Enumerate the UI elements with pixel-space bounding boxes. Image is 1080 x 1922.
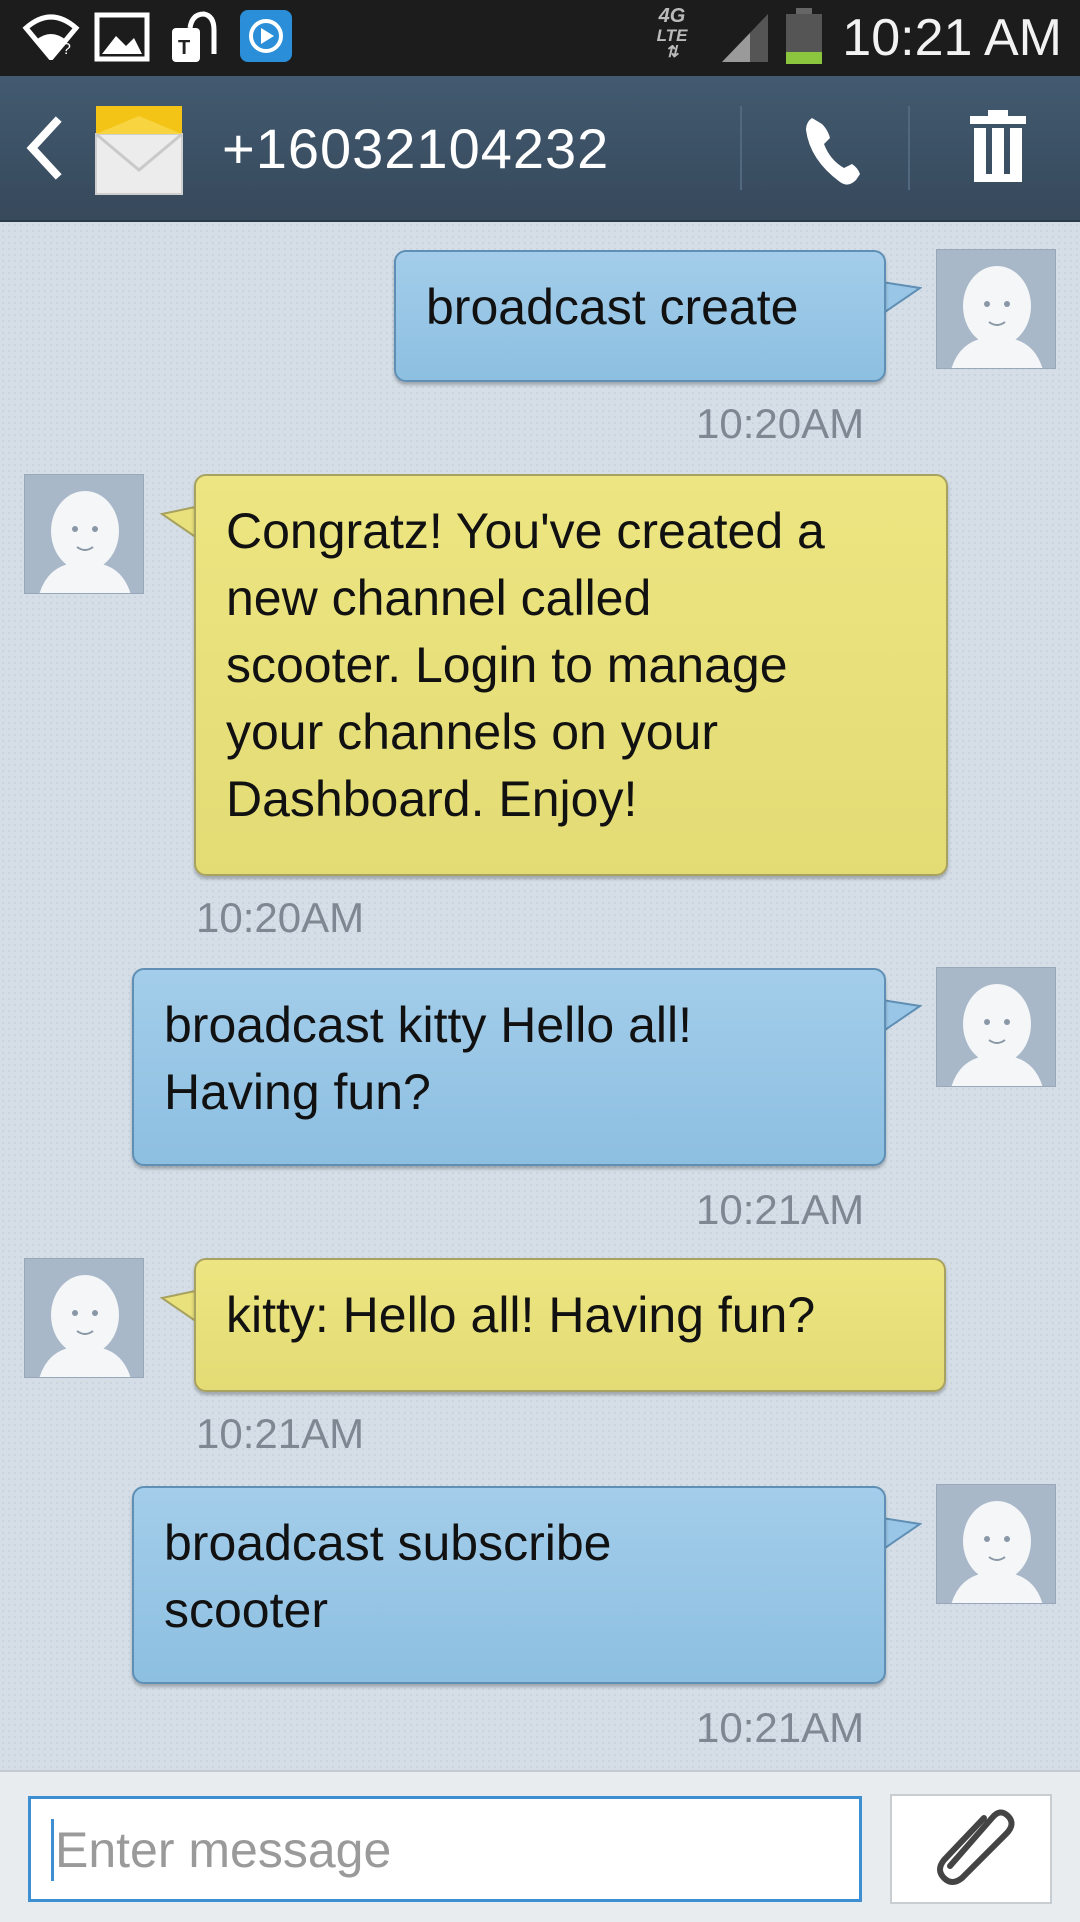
tmobile-icon: T [172,11,217,62]
message-bubble-outgoing[interactable]: broadcast kitty Hello all! Having fun? [132,968,886,1166]
message-timestamp: 10:21AM [696,1186,865,1233]
person-icon [951,984,1043,1086]
person-icon [39,491,131,593]
status-clock: 10:21 AM [842,9,1062,67]
phone-icon [806,118,860,185]
network-badge-4g: 4G [658,5,686,27]
wifi-icon: ? [22,14,80,60]
header-divider [908,106,910,190]
svg-text:?: ? [62,41,71,58]
person-icon [951,1501,1043,1603]
status-bar: ? T 4G LTE ⇅ 10:21 AM [0,0,1080,76]
person-icon [951,266,1043,368]
message-line: your channels on your [226,704,718,760]
avatar[interactable] [936,249,1056,369]
text-cursor [51,1819,54,1881]
message-line: scooter [164,1582,328,1638]
message-text: kitty: Hello all! Having fun? [226,1287,816,1343]
message-line: new channel called [226,570,652,626]
person-icon [39,1275,131,1377]
conversation-header: +16032104232 [0,76,1080,222]
envelope-icon [95,106,183,195]
compose-bar: Enter message [0,1770,1080,1922]
message-list[interactable]: broadcast create 10:20AM Congratz! You'v… [0,222,1080,1770]
message-bubble-outgoing[interactable]: broadcast subscribe scooter [132,1486,886,1684]
network-type-badge: 4G LTE ⇅ [652,5,692,61]
header-divider [740,106,742,190]
signal-icon [722,14,768,62]
message-line: Dashboard. Enjoy! [226,771,638,827]
avatar[interactable] [24,1258,144,1378]
message-bubble-outgoing[interactable]: broadcast create [394,250,886,382]
bubble-tail [882,280,922,316]
message-timestamp: 10:20AM [696,400,865,447]
message-input[interactable]: Enter message [28,1796,862,1902]
gallery-icon [94,12,150,62]
contact-number[interactable]: +16032104232 [222,116,609,181]
paperclip-icon [937,1809,1015,1885]
network-badge-lte: LTE [656,26,688,45]
message-line: Congratz! You've created a [226,503,825,559]
message-input-placeholder: Enter message [55,1822,392,1878]
back-icon[interactable] [22,116,66,180]
message-line: broadcast subscribe [164,1515,612,1571]
battery-icon [786,8,822,64]
message-bubble-incoming[interactable]: Congratz! You've created a new channel c… [194,474,948,876]
message-timestamp: 10:20AM [196,894,365,941]
message-line: broadcast kitty Hello all! [164,997,693,1053]
bubble-tail [882,998,922,1034]
avatar[interactable] [936,1484,1056,1604]
message-line: scooter. Login to manage [226,637,788,693]
svg-text:T: T [178,37,190,59]
message-text: broadcast create [426,279,799,335]
delete-button[interactable] [912,98,1080,198]
message-bubble-incoming[interactable]: kitty: Hello all! Having fun? [194,1258,946,1392]
message-timestamp: 10:21AM [196,1410,365,1457]
bubble-tail [882,1516,922,1552]
call-button[interactable] [748,98,908,198]
message-line: Having fun? [164,1064,431,1120]
message-timestamp: 10:21AM [696,1704,865,1751]
avatar[interactable] [24,474,144,594]
media-icon [240,10,292,62]
avatar[interactable] [936,967,1056,1087]
attach-button[interactable] [890,1794,1052,1904]
trash-icon [970,110,1026,182]
